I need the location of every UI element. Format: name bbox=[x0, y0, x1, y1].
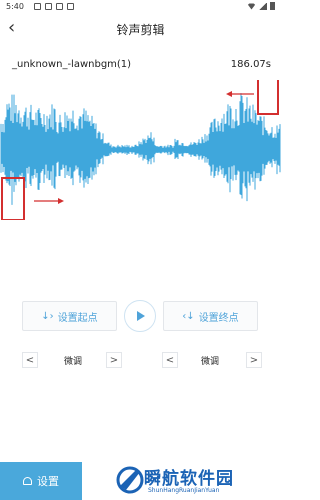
set-end-button[interactable]: ‹↓ 设置终点 bbox=[163, 301, 258, 331]
finetune-end: < 微调 > bbox=[162, 352, 262, 368]
bell-icon bbox=[23, 477, 32, 485]
watermark-subtext: ShunHangRuanJianYuan bbox=[148, 487, 220, 494]
title-bar: ‹ 铃声剪辑 bbox=[0, 16, 281, 42]
end-arrow-head bbox=[226, 91, 232, 97]
set-end-label: 设置终点 bbox=[198, 312, 239, 324]
app-icon bbox=[45, 3, 52, 10]
file-info: _unknown_-lawnbgm(1) 186.07s bbox=[12, 59, 271, 73]
status-time: 5:40 bbox=[6, 2, 24, 11]
grid-icon bbox=[34, 3, 41, 10]
watermark-logo: 瞬航软件园 ShunHangRuanJianYuan bbox=[112, 462, 277, 500]
start-arrow-head bbox=[58, 198, 64, 204]
wifi-icon bbox=[247, 3, 256, 10]
settings-button[interactable]: 设置 bbox=[0, 462, 82, 500]
app-icon bbox=[56, 3, 63, 10]
footer: 设置 瞬航软件园 ShunHangRuanJianYuan bbox=[0, 462, 281, 500]
waveform-graphic[interactable] bbox=[0, 80, 281, 220]
settings-label: 设置 bbox=[37, 475, 59, 488]
page-title: 铃声剪辑 bbox=[116, 23, 165, 37]
play-button[interactable] bbox=[124, 300, 156, 332]
waveform-editor[interactable] bbox=[0, 80, 281, 220]
finetune-start-prev-button[interactable]: < bbox=[22, 352, 38, 368]
finetune-start-next-button[interactable]: > bbox=[106, 352, 122, 368]
end-handle[interactable] bbox=[257, 80, 279, 115]
finetune-end-next-button[interactable]: > bbox=[246, 352, 262, 368]
finetune-start: < 微调 > bbox=[22, 352, 122, 368]
waveform-bars bbox=[0, 93, 281, 205]
finetune-start-label: 微调 bbox=[63, 357, 82, 367]
signal-icon bbox=[259, 2, 267, 10]
battery-icon bbox=[270, 2, 275, 10]
status-bar: 5:40 bbox=[0, 0, 281, 14]
play-icon bbox=[137, 311, 145, 321]
end-marker-icon: ‹↓ bbox=[182, 310, 195, 322]
file-name: _unknown_-lawnbgm(1) bbox=[12, 59, 132, 70]
clip-controls: ↓› 设置起点 ‹↓ 设置终点 bbox=[22, 300, 262, 333]
finetune-end-label: 微调 bbox=[200, 357, 219, 367]
start-handle[interactable] bbox=[1, 177, 25, 220]
watermark-emblem bbox=[116, 466, 144, 494]
watermark-text: 瞬航软件园 bbox=[144, 469, 234, 489]
app-icon bbox=[67, 3, 74, 10]
finetune-end-prev-button[interactable]: < bbox=[162, 352, 178, 368]
file-duration: 186.07s bbox=[230, 59, 271, 70]
start-marker-icon: ↓› bbox=[41, 310, 54, 322]
set-start-button[interactable]: ↓› 设置起点 bbox=[22, 301, 117, 331]
set-start-label: 设置起点 bbox=[57, 312, 98, 324]
